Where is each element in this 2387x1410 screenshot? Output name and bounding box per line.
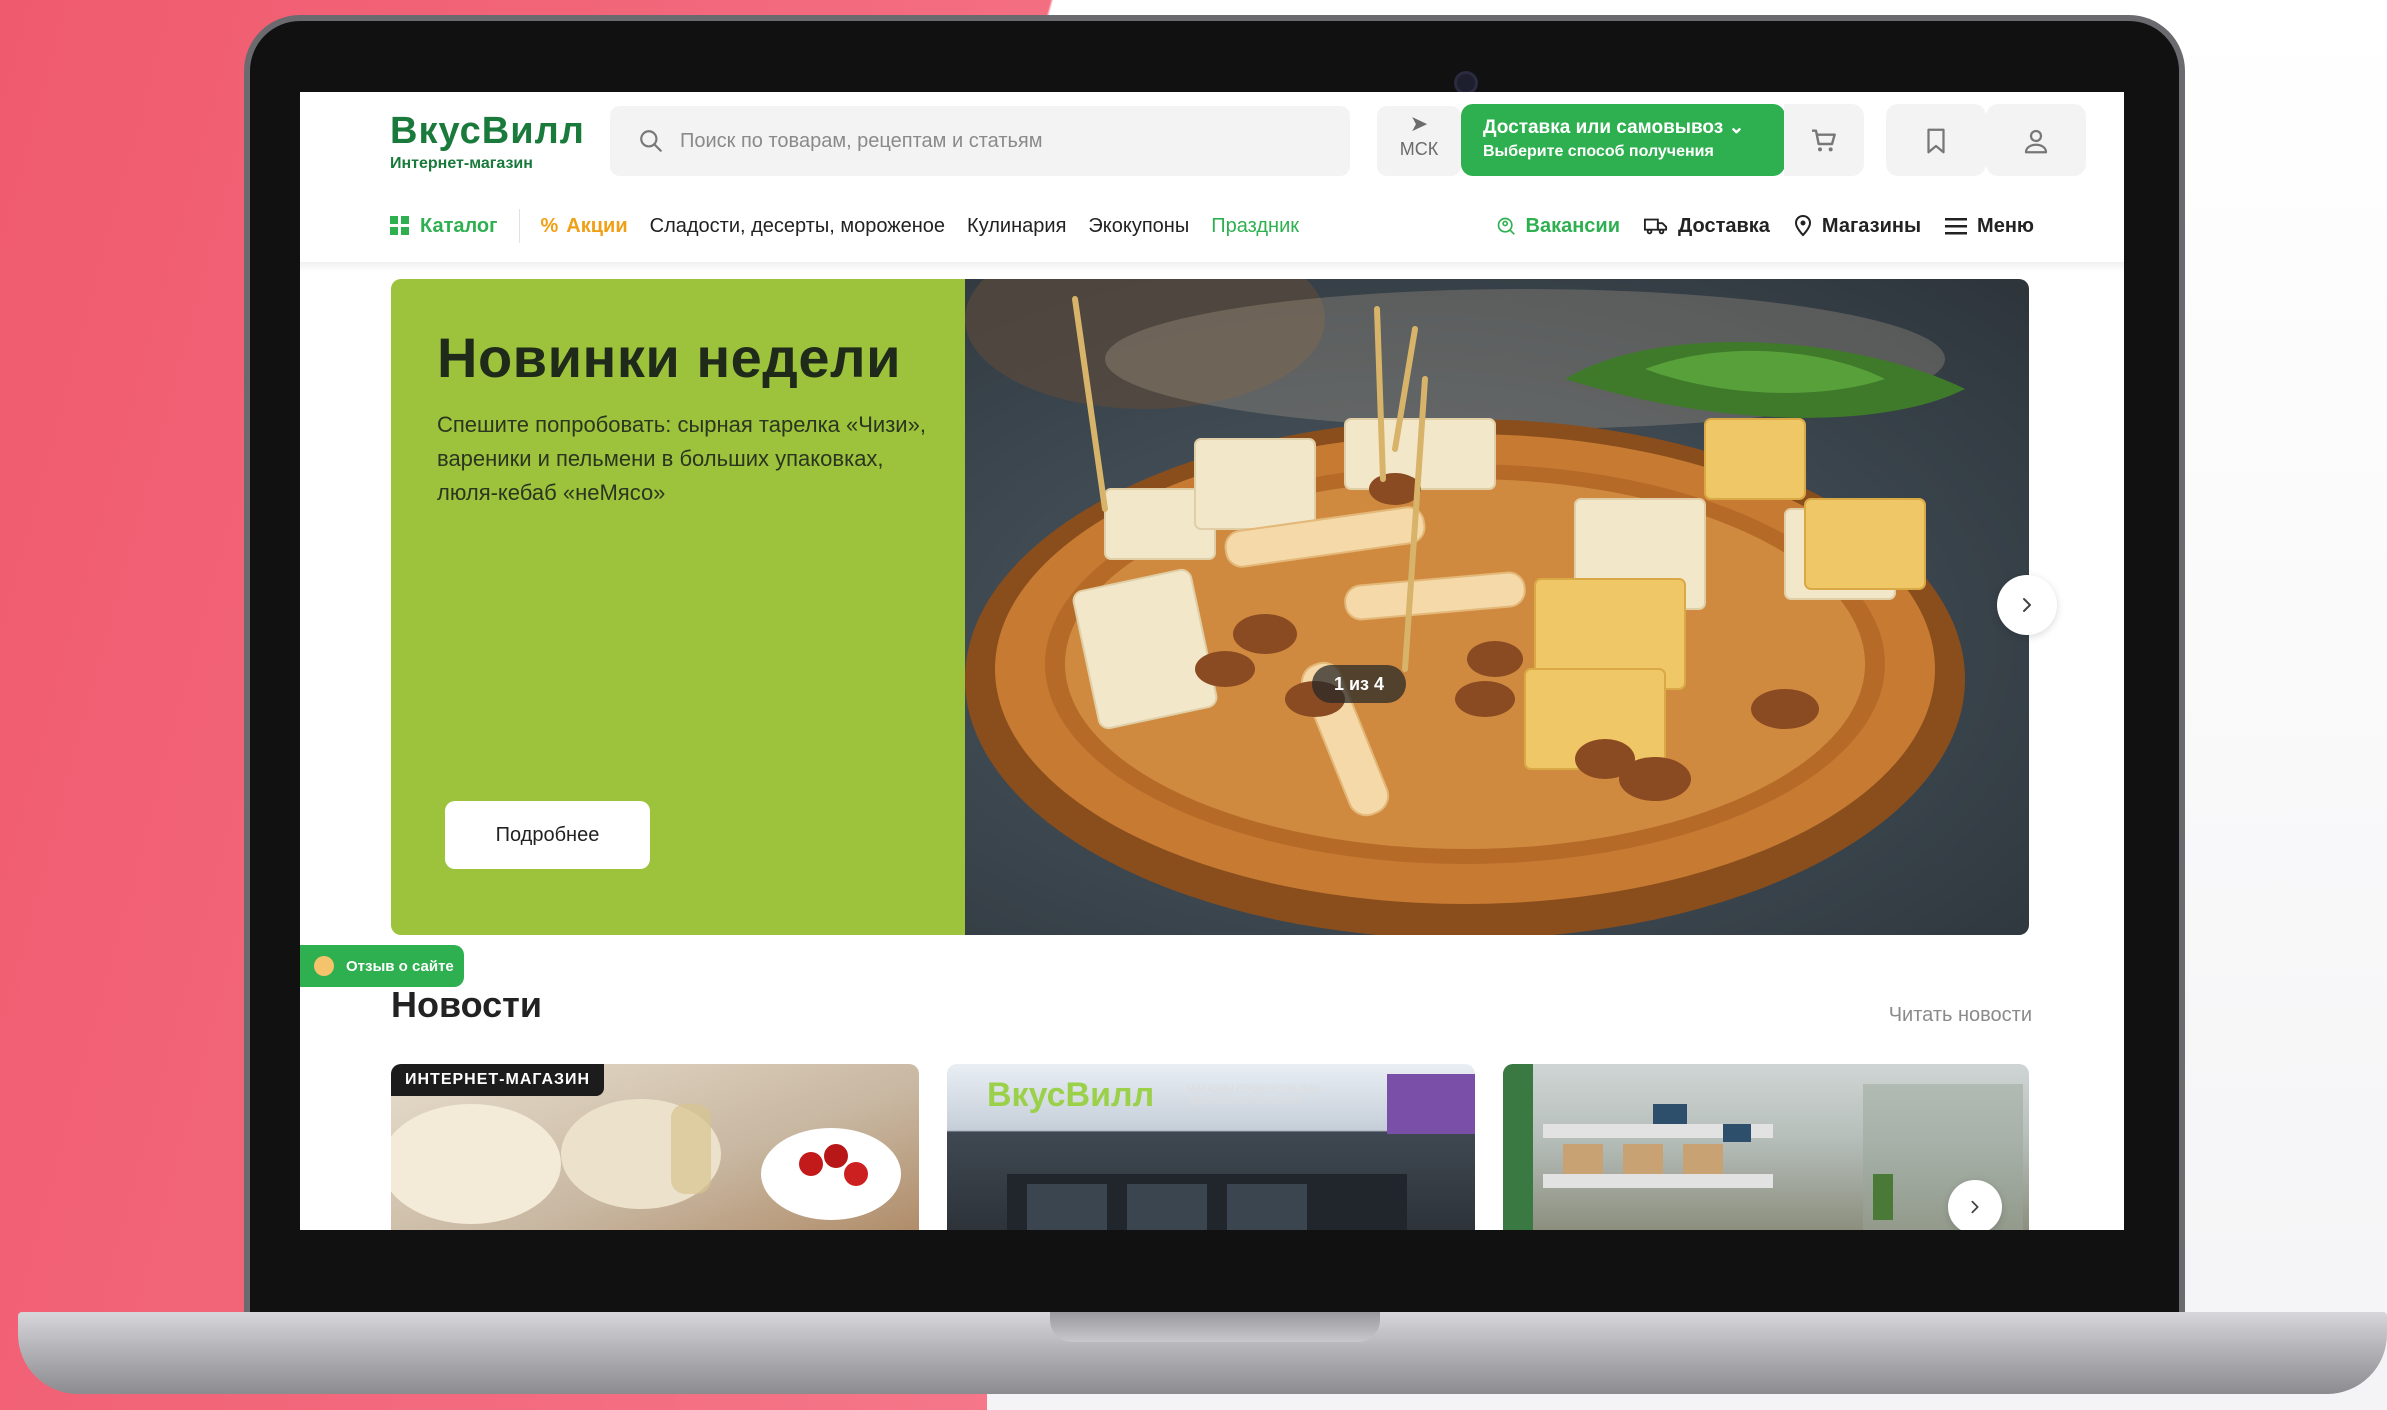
laptop-notch — [1050, 1312, 1380, 1342]
location-arrow-icon: ➤ — [1409, 112, 1429, 137]
hero-image-cheese-plate — [965, 279, 2029, 935]
chevron-right-icon — [1971, 1200, 1979, 1214]
menu-icon — [1945, 218, 1968, 235]
nav-menu[interactable]: Меню — [1945, 215, 2034, 238]
logo-subtitle: Интернет-магазин — [390, 155, 533, 172]
grid-icon — [390, 216, 409, 235]
hero-banner[interactable]: Новинки недели Спешите попробовать: сырн… — [391, 279, 2029, 935]
delivery-subtitle: Выберите способ получения — [1483, 143, 1714, 160]
delivery-title: Доставка или самовывоз — [1483, 117, 1724, 138]
delivery-title-row: Доставка или самовывоз ⌄ — [1483, 116, 1763, 139]
chevron-right-icon — [2023, 598, 2031, 612]
bookmark-icon — [1927, 128, 1945, 154]
nav-delivery[interactable]: Доставка — [1644, 215, 1770, 238]
hero-title: Новинки недели — [437, 326, 901, 389]
search-input[interactable] — [680, 129, 1280, 153]
delivery-selector[interactable]: Доставка или самовывоз ⌄ Выберите способ… — [1461, 104, 1785, 176]
city-selector[interactable]: ➤ МСК — [1377, 106, 1461, 176]
hero-next-button[interactable] — [1997, 575, 2057, 635]
nav-promotions[interactable]: % Акции — [540, 215, 627, 238]
user-icon — [2024, 129, 2048, 154]
nav-promotions-label: Акции — [566, 214, 628, 237]
percent-icon: % — [540, 214, 559, 237]
truck-icon — [1644, 218, 1668, 235]
nav-vacancies-label: Вакансии — [1525, 214, 1621, 237]
nav-vacancies[interactable]: Вакансии — [1496, 214, 1621, 238]
search-bar[interactable] — [610, 106, 1350, 176]
news-card-store[interactable]: ВкусВилл МАГАЗИН ПРОДУКТОВ ДЛЯ ЗДОРОВОГО… — [947, 1064, 1475, 1230]
city-label: МСК — [1399, 139, 1439, 159]
secondary-nav: Вакансии Доставка Магазины Меню — [1472, 208, 2034, 244]
cart-icon — [1812, 129, 1836, 152]
hero-more-button[interactable]: Подробнее — [445, 801, 650, 869]
nav-ecocoupons[interactable]: Экокупоны — [1088, 215, 1189, 238]
website-screen: ВкусВилл Интернет-магазин ➤ МСК Доставка… — [300, 92, 2124, 1230]
pin-icon — [1794, 215, 1811, 237]
logo[interactable]: ВкусВилл Интернет-магазин — [390, 110, 585, 173]
slide-counter: 1 из 4 — [1312, 665, 1406, 703]
news-category-badge: ИНТЕРНЕТ-МАГАЗИН — [391, 1064, 605, 1096]
feedback-label: Отзыв о сайте — [346, 957, 454, 975]
nav-delivery-label: Доставка — [1678, 214, 1770, 237]
read-news-link[interactable]: Читать новости — [1889, 1004, 2032, 1027]
smile-icon — [314, 956, 334, 976]
favorites-button[interactable] — [1886, 104, 2048, 176]
search-icon — [640, 130, 662, 152]
vacancy-icon — [1497, 217, 1515, 235]
chevron-down-icon: ⌄ — [1728, 117, 1745, 138]
header-shadow — [300, 262, 2124, 272]
nav-catalog[interactable]: Каталог — [390, 215, 497, 238]
nav-stores-label: Магазины — [1821, 214, 1922, 237]
news-next-button[interactable] — [1948, 1180, 2002, 1230]
nav-sweets[interactable]: Сладости, десерты, мороженое — [650, 215, 945, 238]
feedback-tab[interactable]: Отзыв о сайте — [300, 945, 464, 987]
nav-holiday[interactable]: Праздник — [1211, 215, 1299, 238]
logo-title: ВкусВилл — [390, 110, 585, 152]
nav-stores[interactable]: Магазины — [1794, 215, 1921, 238]
nav-divider — [519, 209, 521, 243]
hero-text-panel: Новинки недели Спешите попробовать: сырн… — [391, 279, 965, 935]
nav-culinary[interactable]: Кулинария — [967, 215, 1066, 238]
news-heading: Новости — [391, 984, 542, 1025]
nav-menu-label: Меню — [1977, 214, 2034, 237]
cart-button[interactable] — [1784, 104, 1864, 176]
hero-description: Спешите попробовать: сырная тарелка «Чиз… — [437, 412, 926, 505]
store-photo — [1007, 1074, 1475, 1230]
nav-catalog-label: Каталог — [420, 214, 498, 237]
cheese-plate-illustration — [965, 279, 1965, 935]
